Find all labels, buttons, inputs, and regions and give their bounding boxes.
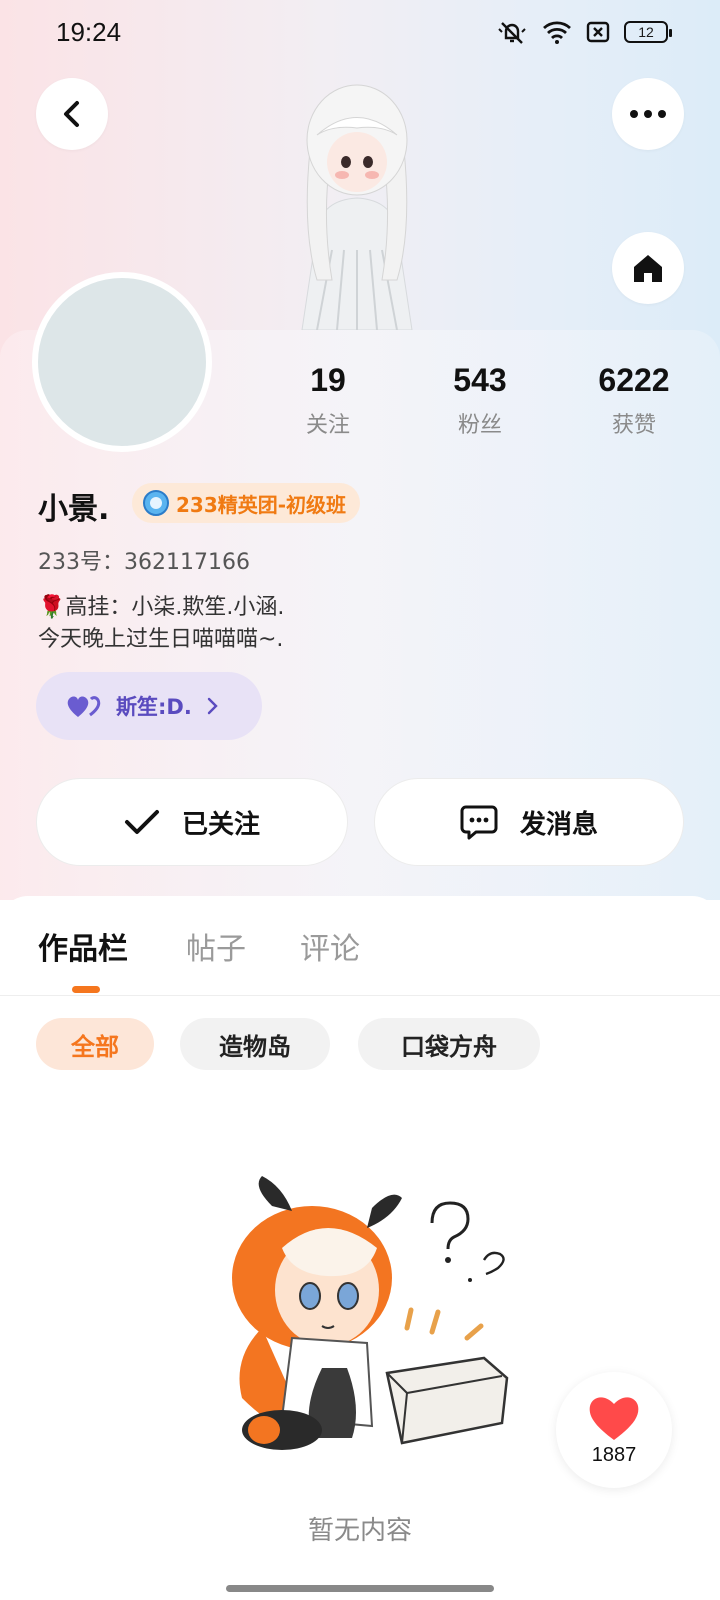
following-button[interactable]: 已关注 — [36, 778, 348, 866]
more-dots-icon — [630, 110, 666, 118]
back-button[interactable] — [36, 78, 108, 150]
likes-received-label: 获赞 — [611, 413, 656, 438]
following-label: 关注 — [305, 413, 350, 438]
bio-line-1: 🌹高挂：小柒.欺笙.小涵. — [38, 595, 285, 620]
cp-name: 斯笙:D. — [116, 695, 192, 719]
avatar[interactable] — [32, 272, 212, 452]
tab-posts[interactable]: 帖子 — [186, 924, 246, 968]
home-indicator-bar[interactable] — [226, 1585, 494, 1592]
stat-following[interactable]: 19 关注 — [268, 362, 388, 439]
more-options-button[interactable] — [612, 78, 684, 150]
badge-medal-icon — [143, 490, 169, 516]
badge-label: 233精英团-初级班 — [176, 492, 347, 517]
stat-fans[interactable]: 543 粉丝 — [420, 362, 540, 439]
like-count: 1887 — [591, 1443, 637, 1466]
status-bar: 19:24 12 — [0, 0, 720, 64]
filter-pocket-ark[interactable]: 口袋方舟 — [358, 1018, 540, 1070]
likes-received-count: 6222 — [598, 362, 670, 398]
user-id[interactable]: 233号：362117166 — [38, 544, 250, 576]
home-icon — [634, 255, 662, 282]
cp-relationship-chip[interactable]: 斯笙:D. — [36, 672, 262, 740]
chevron-left-icon — [64, 101, 79, 127]
empty-state-illustration — [232, 1176, 509, 1450]
checkmark-icon — [124, 810, 159, 834]
status-time: 19:24 — [56, 16, 122, 47]
following-count: 19 — [310, 362, 346, 398]
tab-divider — [0, 995, 720, 996]
mute-bell-icon — [498, 22, 526, 44]
sim-off-icon — [586, 21, 610, 43]
wifi-icon — [543, 21, 571, 44]
elite-badge[interactable]: 233精英团-初级班 — [132, 483, 361, 523]
chat-bubble-icon — [460, 805, 498, 840]
following-button-label: 已关注 — [181, 809, 260, 840]
home-button[interactable] — [612, 232, 684, 304]
fans-label: 粉丝 — [457, 413, 502, 438]
stat-likes[interactable]: 6222 获赞 — [574, 362, 694, 439]
heart-icon — [589, 1396, 639, 1440]
bio-line-2: 今天晚上过生日喵喵喵~. — [38, 627, 284, 652]
filter-creation-island[interactable]: 造物岛 — [180, 1018, 330, 1070]
like-button[interactable]: 1887 — [556, 1372, 672, 1488]
chevron-right-icon — [207, 697, 218, 715]
bio: 🌹高挂：小柒.欺笙.小涵. 今天晚上过生日喵喵喵~. — [38, 592, 284, 656]
send-message-label: 发消息 — [519, 809, 598, 840]
empty-state-text: 暂无内容 — [307, 1516, 412, 1546]
tab-works[interactable]: 作品栏 — [38, 924, 128, 968]
status-icons: 12 — [496, 18, 672, 46]
double-heart-icon — [67, 696, 101, 717]
battery-icon: 12 — [624, 21, 672, 43]
send-message-button[interactable]: 发消息 — [374, 778, 684, 866]
fans-count: 543 — [453, 362, 507, 398]
tab-indicator — [72, 986, 100, 993]
avatar-character-image — [301, 84, 413, 330]
username: 小景. — [38, 492, 110, 527]
tab-comments[interactable]: 评论 — [300, 924, 360, 968]
filter-all[interactable]: 全部 — [36, 1018, 154, 1070]
